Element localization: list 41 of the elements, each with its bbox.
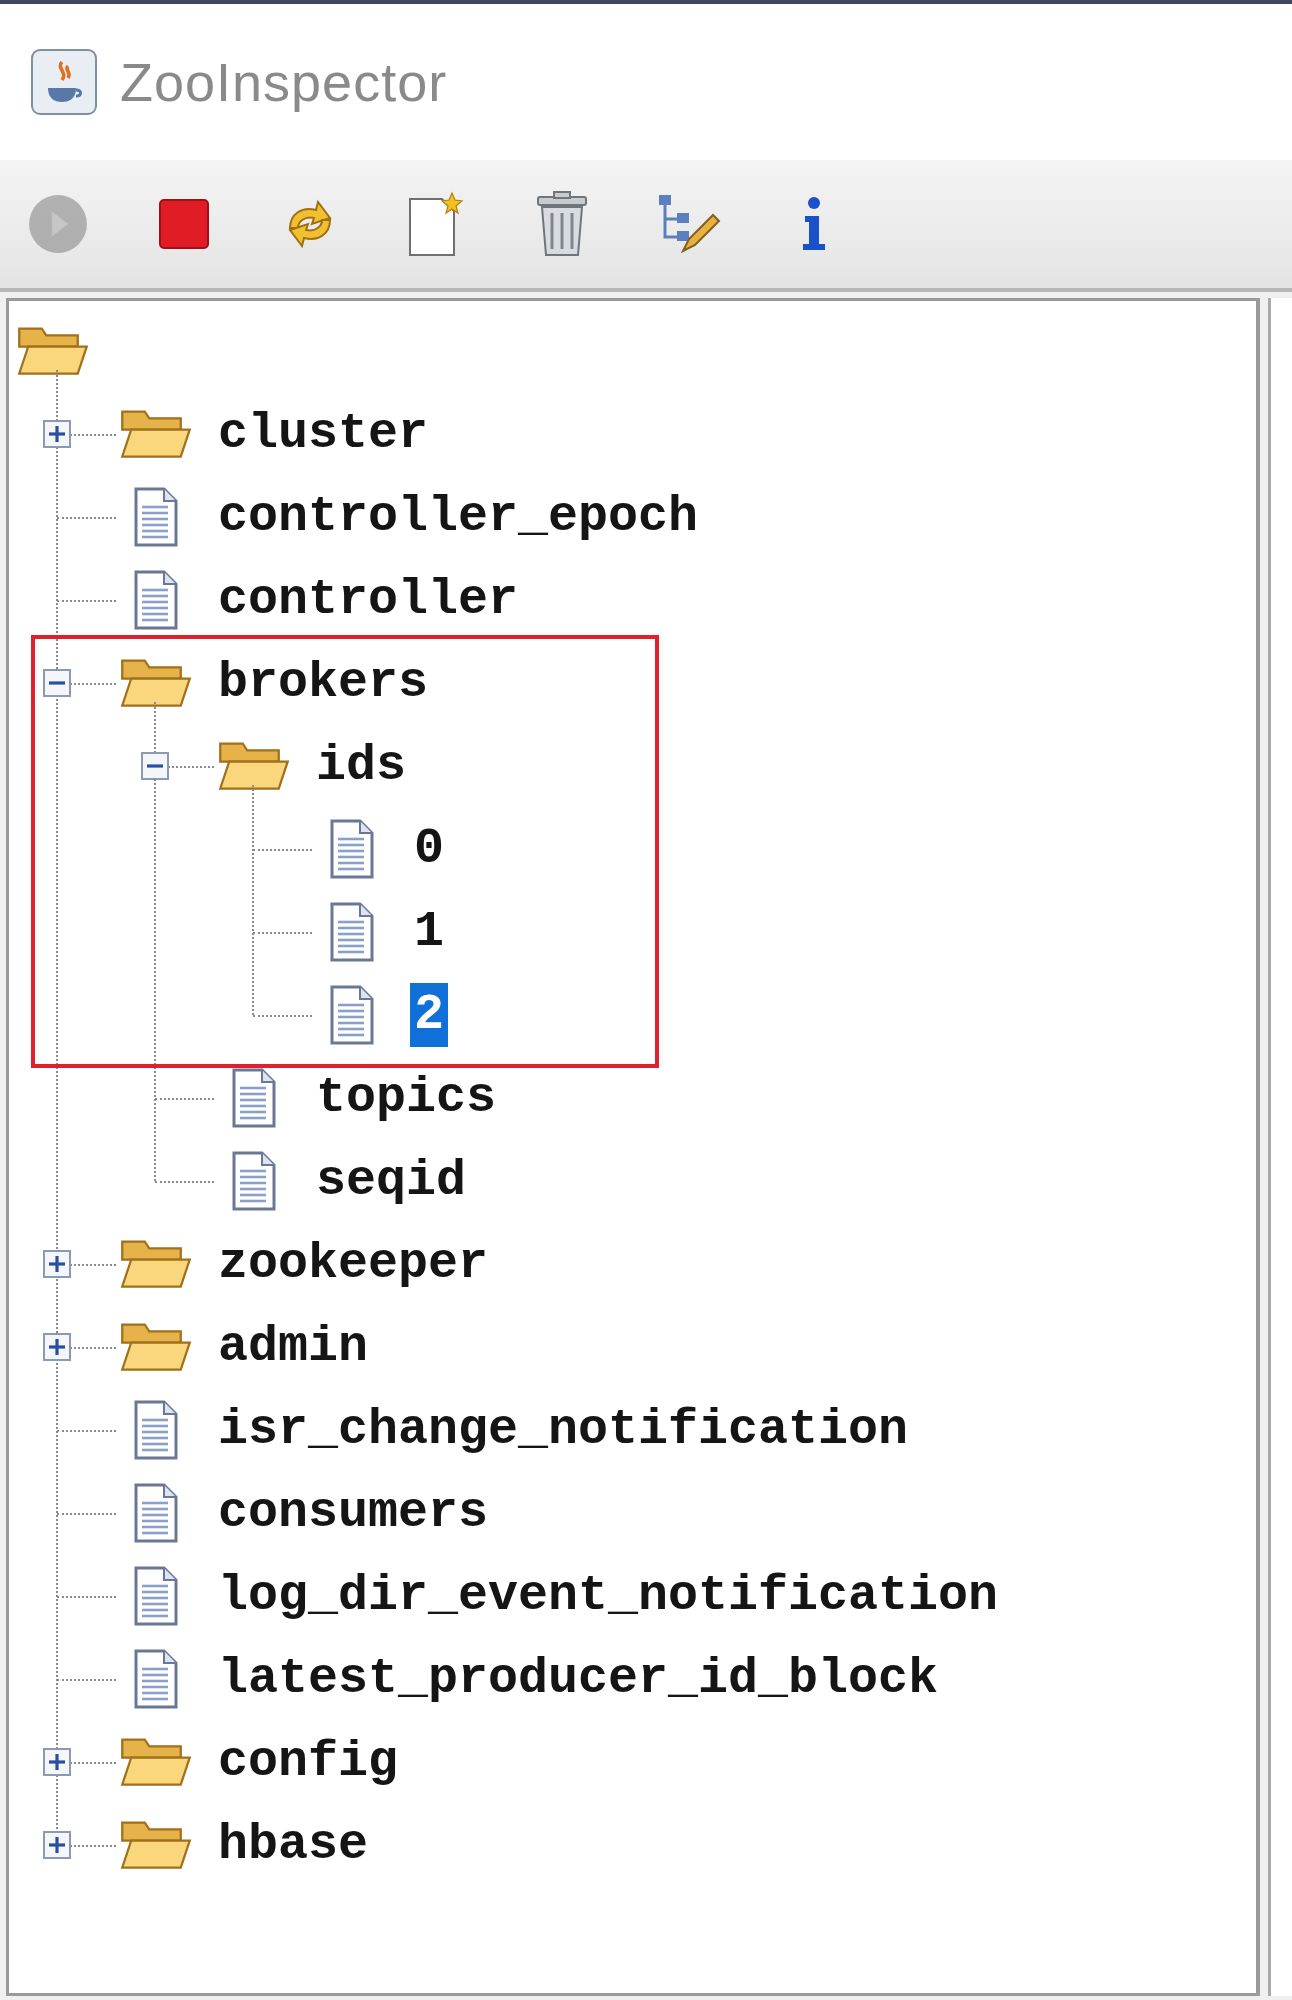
node-label[interactable]: zookeeper: [214, 1231, 493, 1296]
document-icon: [328, 984, 376, 1045]
node-label[interactable]: controller_epoch: [214, 484, 703, 549]
play-icon: [27, 193, 89, 255]
document-icon: [132, 1482, 180, 1543]
node-label[interactable]: 0: [410, 816, 448, 881]
document-icon: [132, 486, 180, 547]
expand-toggle[interactable]: [43, 419, 71, 448]
document-icon: [328, 901, 376, 962]
stop-icon: [158, 198, 210, 250]
app-icon: [30, 48, 98, 116]
document-icon: [230, 1067, 278, 1128]
document-icon: [132, 1399, 180, 1460]
expand-toggle[interactable]: [43, 1830, 71, 1859]
expand-toggle[interactable]: [43, 1249, 71, 1278]
collapse-toggle[interactable]: [43, 668, 71, 697]
node-label[interactable]: ids: [312, 733, 410, 798]
collapse-toggle[interactable]: [141, 751, 169, 780]
document-icon: [328, 818, 376, 879]
node-label[interactable]: controller: [214, 567, 523, 632]
node-label[interactable]: latest_producer_id_block: [214, 1646, 943, 1711]
new-document-icon: [406, 191, 466, 257]
node-label[interactable]: isr_change_notification: [214, 1397, 913, 1462]
node-label[interactable]: 2: [410, 982, 448, 1047]
document-icon: [132, 1648, 180, 1709]
document-icon: [132, 569, 180, 630]
window-title: ZooInspector: [120, 51, 448, 113]
document-icon: [230, 1150, 278, 1211]
node-label[interactable]: cluster: [214, 401, 433, 466]
node-label[interactable]: 1: [410, 899, 448, 964]
node-label[interactable]: log_dir_event_notification: [214, 1563, 1003, 1628]
node-label[interactable]: admin: [214, 1314, 373, 1379]
expand-toggle[interactable]: [43, 1332, 71, 1361]
node-label[interactable]: topics: [312, 1065, 501, 1130]
node-label[interactable]: consumers: [214, 1480, 493, 1545]
node-label[interactable]: seqid: [312, 1148, 471, 1213]
node-label[interactable]: brokers: [214, 650, 433, 715]
expand-toggle[interactable]: [43, 1747, 71, 1776]
node-label[interactable]: hbase: [214, 1812, 373, 1877]
document-icon: [132, 1565, 180, 1626]
node-label[interactable]: config: [214, 1729, 403, 1794]
